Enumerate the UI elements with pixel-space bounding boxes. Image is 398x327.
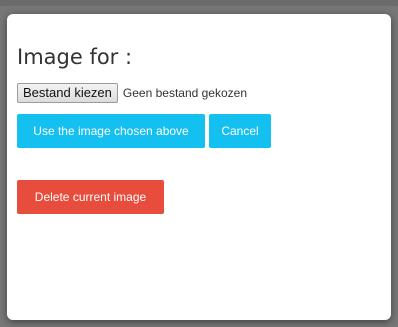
top-strip: [0, 0, 398, 6]
delete-image-button[interactable]: Delete current image: [17, 180, 164, 214]
cancel-button[interactable]: Cancel: [209, 114, 271, 148]
choose-file-button[interactable]: Bestand kiezen: [17, 83, 118, 103]
use-image-button[interactable]: Use the image chosen above: [17, 114, 205, 148]
file-input-row: Bestand kiezen Geen bestand gekozen: [17, 83, 247, 103]
file-status-text: Geen bestand gekozen: [122, 86, 248, 100]
dialog-title: Image for :: [17, 45, 133, 69]
